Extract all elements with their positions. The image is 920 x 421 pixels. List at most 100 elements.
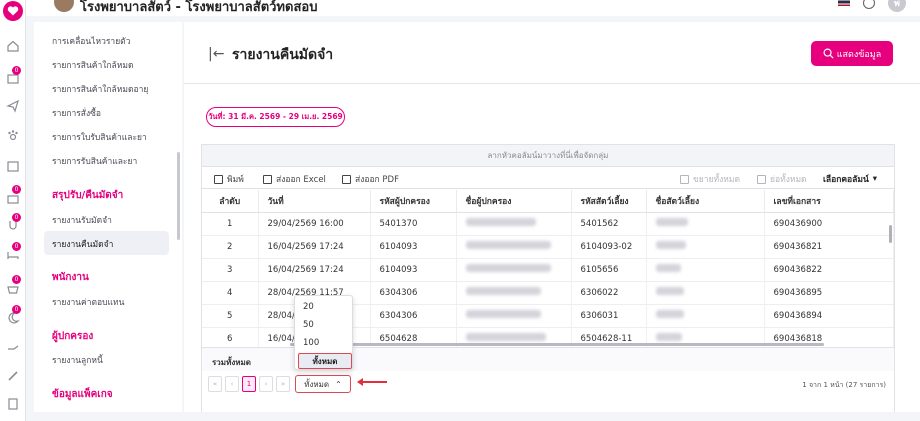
- cell-no: 5: [202, 304, 259, 328]
- back-arrow-icon[interactable]: |←: [208, 46, 224, 62]
- table-row[interactable]: 3 16/04/2569 17:24 6104093 6105656 690436822: [202, 258, 894, 282]
- pdf-label: ส่งออก PDF: [355, 175, 399, 185]
- expand-label: ขยายทั้งหมด: [693, 175, 741, 185]
- excel-icon: [263, 174, 272, 184]
- cell-pet-name: [646, 281, 765, 305]
- sidebar-item-near-expiry[interactable]: รายการสินค้าใกล้หมดอายุ: [52, 82, 148, 96]
- redacted-text: [465, 264, 551, 272]
- page-size-option-20[interactable]: 20: [303, 302, 314, 312]
- redacted-text: [655, 264, 681, 272]
- redacted-text: [465, 310, 541, 318]
- sidebar-item-receiving[interactable]: รายการรับสินค้าและยา: [52, 154, 137, 168]
- total-label: รวมทั้งหมด: [212, 358, 251, 367]
- page-size-option-100[interactable]: 100: [303, 338, 319, 348]
- section-package: ข้อมูลแพ็คเกจ: [52, 389, 113, 400]
- export-excel-button[interactable]: ส่งออก Excel: [263, 172, 326, 186]
- cell-owner-code: 6104093: [370, 235, 457, 259]
- page-size-dropdown: 20 50 100 ทั้งหมด: [294, 295, 353, 370]
- col-no[interactable]: ลำดับ: [202, 190, 259, 213]
- show-data-label: แสดงข้อมูล: [836, 49, 882, 60]
- prev-page-button[interactable]: ‹: [225, 376, 239, 392]
- group-panel[interactable]: ลากหัวคอลัมน์มาวางที่นี่เพื่อจัดกลุ่ม: [202, 145, 894, 167]
- caret-down-icon: ▾: [872, 174, 878, 184]
- sidebar-item-compensation[interactable]: รายงานค่าตอบแทน: [52, 295, 124, 309]
- redacted-text: [655, 287, 684, 295]
- print-label: พิมพ์: [227, 175, 244, 185]
- col-owner-name[interactable]: ชื่อผู้ปกครอง: [456, 190, 572, 213]
- sidebar-item-deposit-received[interactable]: รายงานรับมัดจำ: [52, 213, 112, 227]
- send-icon[interactable]: [5, 98, 21, 114]
- page-size-option-50[interactable]: 50: [303, 320, 314, 330]
- sidebar-item-debtors[interactable]: รายงานลูกหนี้: [52, 353, 103, 367]
- col-pet-code[interactable]: รหัสสัตว์เลี้ยง: [571, 190, 647, 213]
- report-icon[interactable]: [5, 396, 21, 412]
- sidebar-item-receipts[interactable]: รายการใบรับสินค้าและยา: [52, 130, 147, 144]
- collapse-all-button[interactable]: ย่อทั้งหมด: [757, 172, 807, 186]
- clinic-avatar: [54, 0, 74, 12]
- redacted-text: [655, 333, 682, 341]
- annotation-arrow-icon: [357, 378, 387, 386]
- redacted-text: [655, 310, 684, 318]
- col-date[interactable]: วันที่: [258, 190, 371, 213]
- print-button[interactable]: พิมพ์: [214, 172, 244, 186]
- cell-document-no: 690436894: [764, 304, 894, 328]
- cell-pet-code: 6104093-02: [571, 235, 647, 259]
- megaphone-icon[interactable]: [872, 0, 886, 10]
- table-row[interactable]: 2 16/04/2569 17:24 6104093 6104093-02 690436…: [202, 235, 894, 259]
- pdf-icon: [342, 174, 351, 184]
- sidebar-item-movement[interactable]: การเคลื่อนไหวรายตัว: [52, 34, 130, 48]
- redacted-text: [465, 287, 541, 295]
- column-chooser-button[interactable]: เลือกคอลัมน์ ▾: [823, 172, 877, 186]
- table-row[interactable]: 1 29/04/2569 16:00 5401370 5401562 690436900: [202, 212, 894, 236]
- cell-pet-name: [646, 258, 765, 282]
- vertical-scrollbar[interactable]: [889, 225, 892, 243]
- last-page-button[interactable]: »: [276, 376, 290, 392]
- cell-no: 3: [202, 258, 259, 282]
- thai-flag-icon[interactable]: [838, 0, 850, 6]
- cell-owner-code: 5401370: [370, 212, 457, 236]
- cell-date: 16/04/2569 17:24: [258, 258, 371, 282]
- sidebar-item-deposit-refund[interactable]: รายงานคืนมัดจำ: [52, 237, 113, 251]
- heart-logo-icon[interactable]: [3, 1, 23, 21]
- calendar-icon[interactable]: [5, 158, 21, 174]
- chevron-up-icon: ⌃: [335, 379, 342, 389]
- next-page-button[interactable]: ›: [259, 376, 273, 392]
- section-staff: พนักงาน: [52, 272, 89, 283]
- col-owner-code[interactable]: รหัสผู้ปกครอง: [370, 190, 457, 213]
- cell-no: 2: [202, 235, 259, 259]
- column-chooser-label: เลือกคอลัมน์: [823, 175, 869, 185]
- user-avatar[interactable]: พ: [888, 0, 906, 12]
- cell-owner-code: 6304306: [370, 304, 457, 328]
- cell-owner-code: 6304306: [370, 281, 457, 305]
- horizontal-scrollbar[interactable]: [290, 343, 824, 346]
- syringe-icon[interactable]: [5, 368, 21, 384]
- notification-badge: 0: [12, 213, 21, 222]
- hand-icon[interactable]: [5, 338, 21, 354]
- show-data-button[interactable]: แสดงข้อมูล: [811, 41, 893, 66]
- home-icon[interactable]: [5, 38, 21, 54]
- expand-all-button[interactable]: ขยายทั้งหมด: [680, 172, 740, 186]
- page-1-button[interactable]: 1: [242, 376, 256, 392]
- paw-icon[interactable]: [5, 127, 21, 143]
- first-page-button[interactable]: «: [208, 376, 222, 392]
- cell-owner-name: [456, 235, 572, 259]
- cell-owner-name: [456, 258, 572, 282]
- excel-label: ส่งออก Excel: [276, 175, 326, 185]
- sidebar-item-orders[interactable]: รายการสั่งซื้อ: [52, 106, 101, 120]
- page-size-option-all[interactable]: ทั้งหมด: [298, 353, 352, 369]
- redacted-text: [465, 218, 536, 226]
- cell-date: 29/04/2569 16:00: [258, 212, 371, 236]
- expand-icon: [680, 174, 689, 184]
- date-range-pill[interactable]: วันที่: 31 มี.ค. 2569 - 29 เม.ย. 2569: [206, 107, 345, 127]
- grid-toolbar: พิมพ์ ส่งออก Excel ส่งออก PDF ขยายทั้งหม…: [202, 168, 894, 189]
- col-document-no[interactable]: เลขที่เอกสาร: [764, 190, 894, 213]
- page-size-select[interactable]: ทั้งหมด ⌃: [295, 375, 351, 393]
- sidebar-item-low-stock[interactable]: รายการสินค้าใกล้หมด: [52, 58, 134, 72]
- cell-pet-name: [646, 235, 765, 259]
- pagination: « ‹ 1 › »: [208, 376, 290, 392]
- col-pet-name[interactable]: ชื่อสัตว์เลี้ยง: [646, 190, 765, 213]
- export-pdf-button[interactable]: ส่งออก PDF: [342, 172, 399, 186]
- collapse-icon: [757, 174, 766, 184]
- icon-rail: 0 0 0 0 0 0: [0, 0, 26, 421]
- sidebar-scrollbar[interactable]: [177, 152, 180, 240]
